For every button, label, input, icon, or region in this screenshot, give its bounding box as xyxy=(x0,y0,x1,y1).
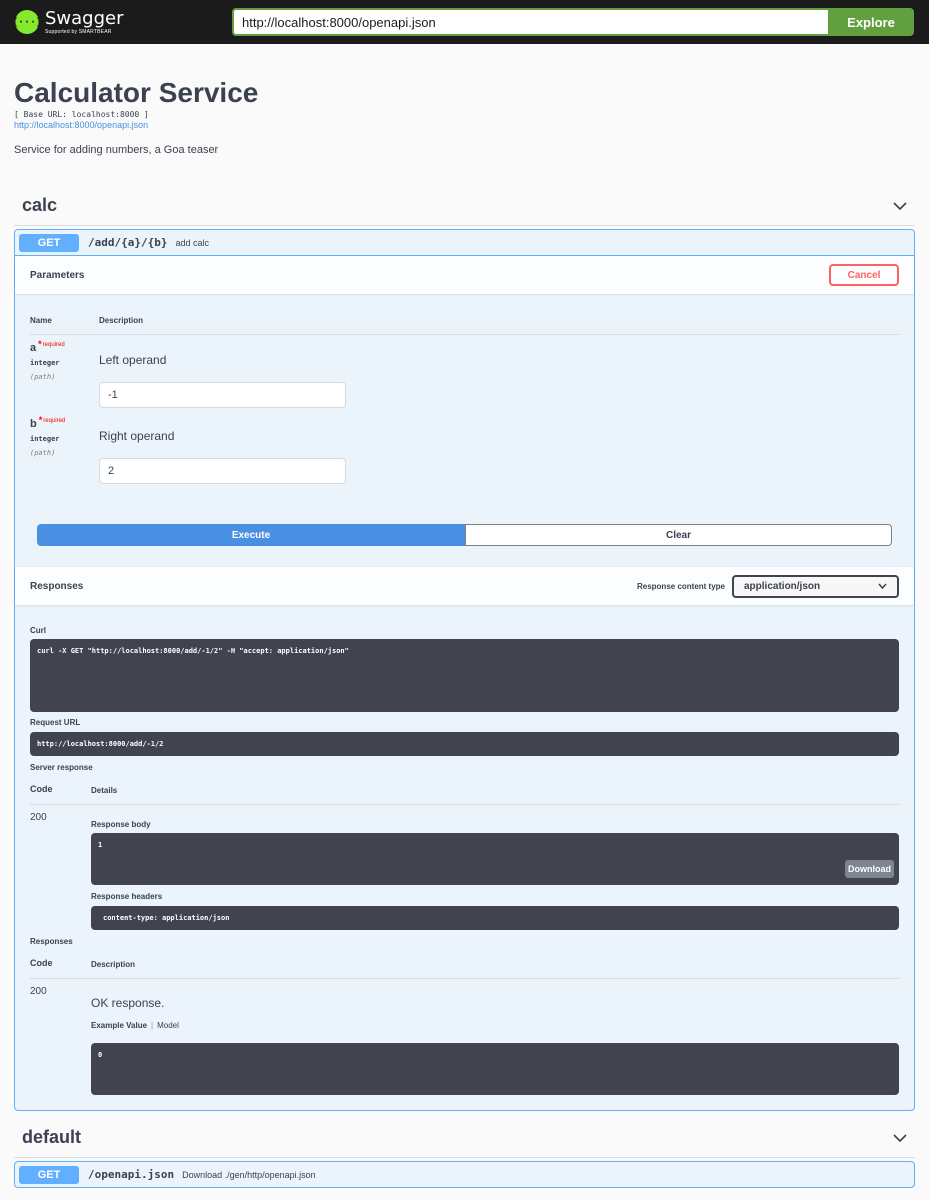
page-title: Calculator Service xyxy=(14,77,259,108)
download-button[interactable]: Download xyxy=(845,860,894,878)
method-badge: GET xyxy=(19,233,79,252)
tag-header-default[interactable]: default xyxy=(14,1118,915,1158)
swagger-logo[interactable]: {···} Swagger Supported by SMARTBEAR xyxy=(12,7,233,35)
spec-link[interactable]: http://localhost:8000/openapi.json xyxy=(14,120,915,130)
operation-summary-text: Download ./gen/http/openapi.json xyxy=(182,1169,316,1180)
operation-summary-text: add calc xyxy=(175,237,210,248)
param-a-input[interactable] xyxy=(99,382,346,408)
param-location: (path) xyxy=(30,373,56,381)
spec-url-input[interactable] xyxy=(232,8,828,36)
api-description: Service for adding numbers, a Goa teaser xyxy=(14,144,219,156)
logo-text: Swagger Supported by SMARTBEAR xyxy=(45,7,124,35)
parameters-title: Parameters xyxy=(30,269,85,281)
content-type-label: Response content type xyxy=(636,581,725,591)
response-body-text: 1 xyxy=(98,841,103,849)
operation-path: /openapi.json xyxy=(88,1168,175,1181)
content-type-select[interactable]: application/json xyxy=(732,574,899,598)
response-body: 1 Download xyxy=(91,833,899,885)
base-url: [ Base URL: localhost:8000 ] xyxy=(14,110,149,119)
example-tabs: Example Value | Model xyxy=(91,1021,179,1030)
example-value: 0 xyxy=(91,1043,899,1095)
column-name: Name xyxy=(30,316,52,325)
content-type-value: application/json xyxy=(744,580,821,592)
server-response-code: 200 xyxy=(30,812,47,823)
curl-command: curl -X GET "http://localhost:8000/add/-… xyxy=(30,639,899,712)
operation-get-add: GET /add/{a}/{b} add calc Parameters Can… xyxy=(14,229,915,1111)
description-column: Description xyxy=(91,960,136,969)
parameters-header: Parameters Cancel xyxy=(15,256,914,294)
param-type: integer xyxy=(30,435,60,443)
response-body-label: Response body xyxy=(91,820,151,829)
tag-name: default xyxy=(22,1127,82,1147)
divider xyxy=(30,804,899,805)
operation-get-openapi[interactable]: GET /openapi.json Download ./gen/http/op… xyxy=(14,1161,915,1188)
cancel-button[interactable]: Cancel xyxy=(829,264,899,286)
api-info: Calculator Service [ Base URL: localhost… xyxy=(0,44,929,194)
operation-summary[interactable]: GET /add/{a}/{b} add calc xyxy=(15,230,914,256)
response-description: OK response. xyxy=(91,996,165,1010)
explore-button[interactable]: Explore xyxy=(828,8,914,36)
param-name-b: b *required xyxy=(30,415,66,430)
operation-path: /add/{a}/{b} xyxy=(88,236,168,249)
param-name-a: a *required xyxy=(30,339,65,354)
documented-responses-label: Responses xyxy=(30,937,73,946)
swagger-braces-icon: {···} xyxy=(12,10,42,34)
divider xyxy=(30,334,899,335)
response-code: 200 xyxy=(30,986,47,997)
param-name: b xyxy=(30,418,37,430)
logo-subtitle: Supported by SMARTBEAR xyxy=(45,28,112,35)
clear-button[interactable]: Clear xyxy=(465,524,892,546)
operation-summary[interactable]: GET /openapi.json Download ./gen/http/op… xyxy=(15,1162,914,1187)
server-response-label: Server response xyxy=(30,763,93,772)
request-url: http://localhost:8000/add/-1/2 xyxy=(30,732,899,756)
responses-header: Responses Response content type applicat… xyxy=(15,567,914,605)
param-name: a xyxy=(30,342,37,354)
param-description: Right operand xyxy=(99,429,175,443)
param-b-input[interactable] xyxy=(99,458,346,484)
required-label: required xyxy=(43,418,66,424)
response-headers: content-type: application/json xyxy=(91,906,899,930)
param-description: Left operand xyxy=(99,353,167,367)
tab-example-value[interactable]: Example Value xyxy=(91,1021,147,1030)
content-type-wrap: Response content type application/json xyxy=(636,574,899,598)
param-location: (path) xyxy=(30,449,56,457)
code-column: Code xyxy=(30,958,53,968)
tag-header-calc[interactable]: calc xyxy=(14,186,915,226)
request-url-label: Request URL xyxy=(30,718,81,727)
required-star: * xyxy=(38,415,43,425)
required-label: required xyxy=(42,342,65,348)
tab-divider: | xyxy=(151,1021,154,1030)
required-star: * xyxy=(38,339,42,349)
execute-button[interactable]: Execute xyxy=(37,524,465,546)
chevron-down-icon[interactable] xyxy=(893,1131,907,1145)
code-column: Code xyxy=(30,784,53,794)
details-column: Details xyxy=(91,786,118,795)
parameters-table: Name Description a *required integer (pat… xyxy=(15,294,914,567)
method-badge: GET xyxy=(19,1165,79,1184)
curl-label: Curl xyxy=(30,626,46,635)
responses-body: Curl curl -X GET "http://localhost:8000/… xyxy=(15,605,914,1110)
chevron-up-icon[interactable] xyxy=(893,199,907,213)
execute-row: Execute Clear xyxy=(37,524,892,546)
column-description: Description xyxy=(99,316,144,325)
tab-model[interactable]: Model xyxy=(157,1021,179,1030)
logo-title: Swagger xyxy=(45,7,124,29)
topbar: {···} Swagger Supported by SMARTBEAR Exp… xyxy=(0,0,929,44)
param-type: integer xyxy=(30,359,60,367)
chevron-down-icon xyxy=(878,581,887,592)
tag-name: calc xyxy=(22,195,58,215)
response-headers-label: Response headers xyxy=(91,892,163,901)
divider xyxy=(30,978,899,979)
responses-title: Responses xyxy=(30,580,84,592)
